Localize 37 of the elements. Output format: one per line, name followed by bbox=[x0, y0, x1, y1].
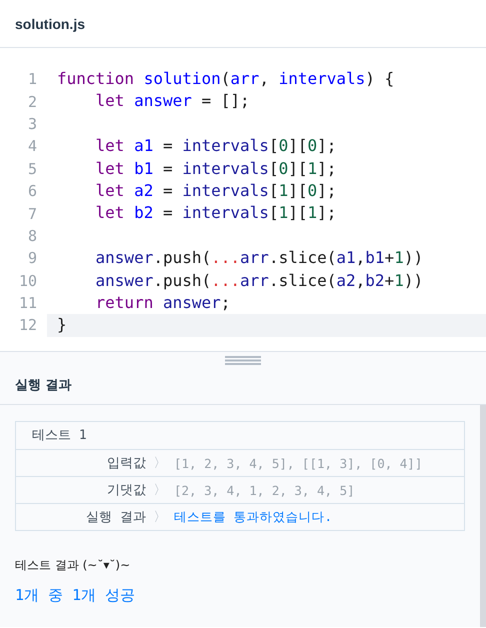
code-line: function solution(arr, intervals) { bbox=[56, 68, 396, 90]
row-value: 테스트를 통과하였습니다. bbox=[174, 508, 332, 526]
code-line: let b1 = intervals[0][1]; bbox=[94, 158, 338, 180]
line-number: 7 bbox=[26, 204, 38, 223]
code-line: let answer = []; bbox=[94, 90, 251, 112]
chevron-glyph: 〉 bbox=[152, 455, 168, 472]
test-result-summary: 1개 중 1개 성공 bbox=[15, 586, 136, 605]
results-title: 실행 결과 bbox=[15, 376, 72, 394]
file-tab-title[interactable]: solution.js bbox=[15, 16, 85, 32]
line-number: 5 bbox=[26, 160, 38, 178]
line-number: 9 bbox=[26, 249, 38, 268]
code-line: let b2 = intervals[1][1]; bbox=[94, 202, 338, 224]
row-value: [2, 3, 4, 1, 2, 3, 4, 5] bbox=[174, 482, 355, 498]
row-label: 기댓값 bbox=[106, 482, 146, 499]
line-number: 3 bbox=[26, 114, 38, 133]
code-line: answer.push(...arr.slice(a2,b2+1)) bbox=[94, 270, 424, 292]
test-result-title: 테스트 결과 (~˘▾˘)~ bbox=[15, 557, 132, 574]
chevron-glyph: 〉 bbox=[152, 509, 168, 526]
resize-handle-icon[interactable] bbox=[225, 356, 261, 365]
line-number: 2 bbox=[26, 92, 38, 111]
line-number: 12 bbox=[18, 316, 38, 334]
row-value: [1, 2, 3, 4, 5], [[1, 3], [0, 4]] bbox=[174, 456, 422, 470]
code-line: let a1 = intervals[0][0]; bbox=[94, 135, 338, 158]
line-number: 6 bbox=[26, 182, 38, 200]
code-line: let a2 = intervals[1][0]; bbox=[94, 180, 338, 202]
code-line: answer.push(...arr.slice(a1,b1+1)) bbox=[94, 247, 424, 270]
line-number: 8 bbox=[26, 226, 38, 245]
line-number: 11 bbox=[18, 294, 38, 312]
chevron-glyph: 〉 bbox=[152, 482, 168, 499]
code-line: return answer; bbox=[94, 292, 232, 314]
line-number: 4 bbox=[26, 137, 38, 156]
test-case-title: 테스트 1 bbox=[16, 422, 464, 450]
line-number: 10 bbox=[18, 272, 38, 290]
line-number: 1 bbox=[26, 70, 38, 88]
scrollbar[interactable] bbox=[480, 405, 486, 627]
row-label: 실행 결과 bbox=[85, 509, 146, 526]
row-label: 입력값 bbox=[106, 455, 146, 472]
